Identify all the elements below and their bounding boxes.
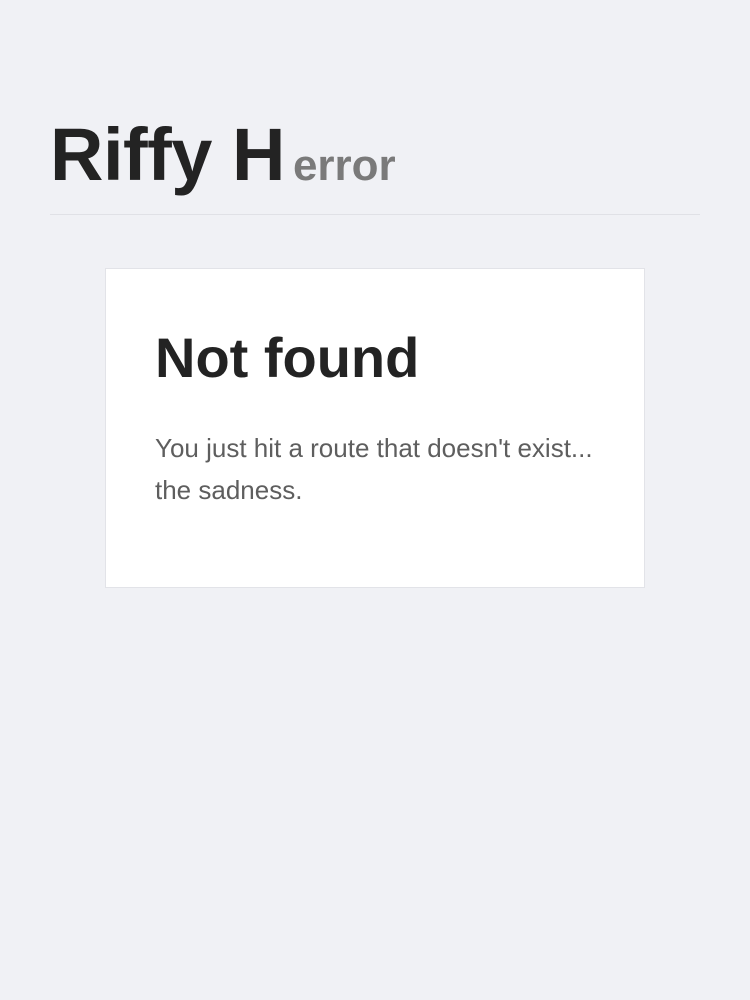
brand: Riffy Herror <box>50 118 396 192</box>
page-header: Riffy Herror <box>50 118 700 215</box>
error-card: Not found You just hit a route that does… <box>105 268 645 588</box>
site-title: Riffy H <box>50 113 285 196</box>
page-subtitle: error <box>292 141 396 190</box>
error-message: You just hit a route that doesn't exist.… <box>155 433 593 505</box>
error-title: Not found <box>155 326 420 389</box>
